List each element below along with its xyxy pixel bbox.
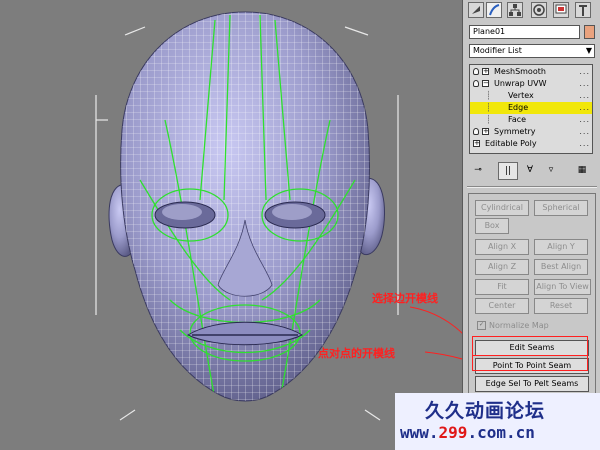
stack-item-meshsmooth[interactable]: + MeshSmooth ... xyxy=(470,66,592,78)
best-align-button[interactable]: Best Align xyxy=(534,259,588,275)
stack-item-unwrap-uvw[interactable]: − Unwrap UVW ... xyxy=(470,78,592,90)
stack-item-label: Editable Poly xyxy=(485,139,537,148)
expand-icon[interactable]: + xyxy=(482,128,489,135)
bulb-icon[interactable] xyxy=(473,128,479,135)
bulb-icon[interactable] xyxy=(473,80,479,87)
stack-item-editable-poly[interactable]: + Editable Poly ... xyxy=(470,138,592,150)
hierarchy-icon[interactable] xyxy=(507,2,523,18)
expand-icon[interactable]: + xyxy=(473,140,480,147)
edge-sel-to-pelt-seams-button[interactable]: Edge Sel To Pelt Seams xyxy=(475,376,589,392)
center-button[interactable]: Center xyxy=(475,298,529,314)
point-seam-annotation: 点对点的开模线 xyxy=(318,347,395,360)
modifier-list-dropdown[interactable]: Modifier List ▼ xyxy=(469,44,595,58)
stack-item-label: Edge xyxy=(508,103,529,112)
align-to-view-button[interactable]: Align To View xyxy=(534,279,591,295)
chevron-down-icon: ▼ xyxy=(585,46,592,55)
pin-stack-icon[interactable]: ⊸ xyxy=(469,162,487,180)
align-z-button[interactable]: Align Z xyxy=(475,259,529,275)
expand-icon[interactable]: + xyxy=(482,68,489,75)
point-seam-highlight xyxy=(472,355,588,371)
show-end-result-icon[interactable]: || xyxy=(498,162,518,180)
make-unique-icon[interactable]: ∀ xyxy=(521,162,539,180)
watermark-title: 久久动画论坛 xyxy=(425,400,546,422)
object-name-field[interactable]: Plane01 xyxy=(469,25,580,39)
create-icon[interactable] xyxy=(468,2,484,18)
align-x-button[interactable]: Align X xyxy=(475,239,529,255)
align-y-button[interactable]: Align Y xyxy=(534,239,588,255)
configure-modifier-sets-icon[interactable]: ▦ xyxy=(573,162,591,180)
modify-icon[interactable] xyxy=(486,2,502,18)
annotation-arrows xyxy=(409,306,462,360)
display-icon[interactable] xyxy=(553,2,569,18)
normalize-map-label: Normalize Map xyxy=(489,321,549,330)
viewport[interactable]: 选择边开模线 点对点的开模线 xyxy=(0,0,462,450)
stack-item-label: Face xyxy=(508,115,527,124)
watermark: 久久动画论坛 www.299.com.cn xyxy=(395,393,600,450)
utilities-icon[interactable] xyxy=(575,2,591,18)
stack-item-face[interactable]: ┊ Face ... xyxy=(470,114,592,126)
cylindrical-button[interactable]: Cylindrical xyxy=(475,200,529,216)
edit-seams-highlight xyxy=(472,336,588,356)
watermark-url-prefix: www. xyxy=(400,423,439,442)
stack-item-label: Vertex xyxy=(508,91,534,100)
stack-item-vertex[interactable]: ┊ Vertex ... xyxy=(470,90,592,102)
command-panel: Plane01 Modifier List ▼ + MeshSmooth ...… xyxy=(462,0,600,450)
divider xyxy=(467,186,597,188)
normalize-map-checkbox[interactable]: ✓ Normalize Map xyxy=(477,321,549,330)
bulb-icon[interactable] xyxy=(473,68,479,75)
box-button[interactable]: Box xyxy=(475,218,509,234)
reset-button[interactable]: Reset xyxy=(534,298,588,314)
motion-icon[interactable] xyxy=(531,2,547,18)
watermark-url-number: 299 xyxy=(438,423,468,442)
collapse-icon[interactable]: − xyxy=(482,80,489,87)
watermark-url: www.299.com.cn xyxy=(400,423,535,442)
watermark-url-suffix: .com.cn xyxy=(467,423,535,442)
stack-item-label: Symmetry xyxy=(494,127,536,136)
spherical-button[interactable]: Spherical xyxy=(534,200,588,216)
stack-item-label: MeshSmooth xyxy=(494,67,546,76)
stack-item-symmetry[interactable]: + Symmetry ... xyxy=(470,126,592,138)
modifier-list-label: Modifier List xyxy=(473,46,522,55)
stack-item-edge[interactable]: ┊ Edge ... xyxy=(470,102,592,114)
fit-button[interactable]: Fit xyxy=(475,279,529,295)
stack-item-label: Unwrap UVW xyxy=(494,79,547,88)
checkbox-icon: ✓ xyxy=(477,321,486,330)
edit-seams-annotation: 选择边开模线 xyxy=(372,292,438,305)
modifier-stack[interactable]: + MeshSmooth ... − Unwrap UVW ... ┊ Vert… xyxy=(469,64,593,154)
remove-modifier-icon[interactable]: ▿ xyxy=(542,162,560,180)
object-color-swatch[interactable] xyxy=(584,25,595,39)
